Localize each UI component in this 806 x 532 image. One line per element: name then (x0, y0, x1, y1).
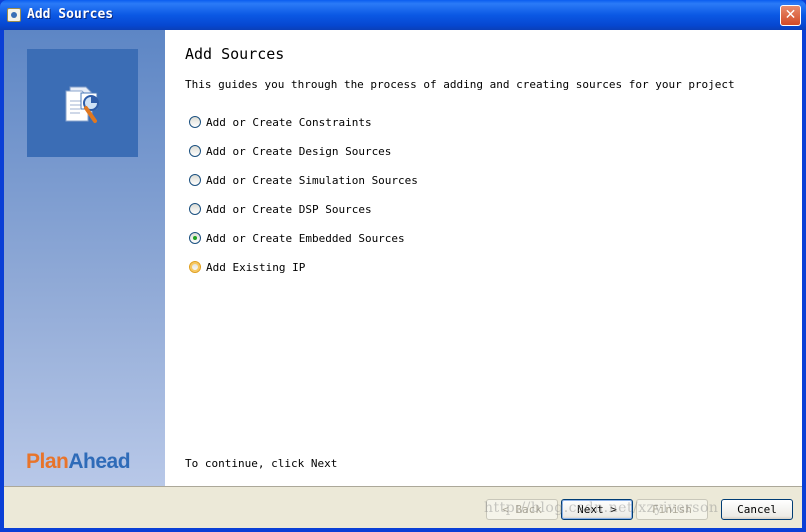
side-panel: PlanAhead (4, 30, 165, 486)
option-label: Add or Create Embedded Sources (206, 231, 405, 245)
option-label: Add Existing IP (206, 260, 306, 274)
content-panel: Add Sources This guides you through the … (165, 30, 802, 486)
close-button[interactable]: ✕ (780, 5, 801, 26)
option-existing-ip[interactable]: Add Existing IP (189, 259, 305, 275)
option-dsp-sources[interactable]: Add or Create DSP Sources (189, 201, 372, 217)
app-icon (7, 8, 21, 22)
radio-dsp-sources[interactable] (189, 203, 201, 215)
brand-logo: PlanAhead (26, 450, 131, 473)
option-design-sources[interactable]: Add or Create Design Sources (189, 143, 391, 159)
dialog-window: Add Sources ✕ PlanAhead Add Sources This… (0, 0, 806, 532)
window-title: Add Sources (27, 7, 114, 22)
continue-hint: To continue, click Next (185, 457, 338, 470)
footer-divider (4, 486, 802, 487)
title-bar[interactable]: Add Sources ✕ (0, 0, 806, 30)
radio-embedded-sources[interactable] (189, 232, 201, 244)
option-embedded-sources[interactable]: Add or Create Embedded Sources (189, 230, 405, 246)
radio-design-sources[interactable] (189, 145, 201, 157)
side-graphic (27, 49, 138, 157)
next-button[interactable]: Next > (561, 499, 633, 520)
page-title: Add Sources (185, 45, 285, 63)
option-simulation-sources[interactable]: Add or Create Simulation Sources (189, 172, 418, 188)
radio-simulation-sources[interactable] (189, 174, 201, 186)
option-label: Add or Create Design Sources (206, 144, 392, 158)
documents-magnifier-icon (65, 86, 99, 123)
radio-existing-ip[interactable] (189, 261, 201, 273)
back-button[interactable]: < Back (486, 499, 558, 520)
cancel-button[interactable]: Cancel (721, 499, 793, 520)
finish-button[interactable]: Finish (636, 499, 708, 520)
option-label: Add or Create Simulation Sources (206, 173, 418, 187)
page-description: This guides you through the process of a… (185, 78, 735, 91)
dialog-body: PlanAhead Add Sources This guides you th… (4, 30, 802, 528)
radio-constraints[interactable] (189, 116, 201, 128)
option-label: Add or Create DSP Sources (206, 202, 372, 216)
option-label: Add or Create Constraints (206, 115, 372, 129)
option-constraints[interactable]: Add or Create Constraints (189, 114, 372, 130)
